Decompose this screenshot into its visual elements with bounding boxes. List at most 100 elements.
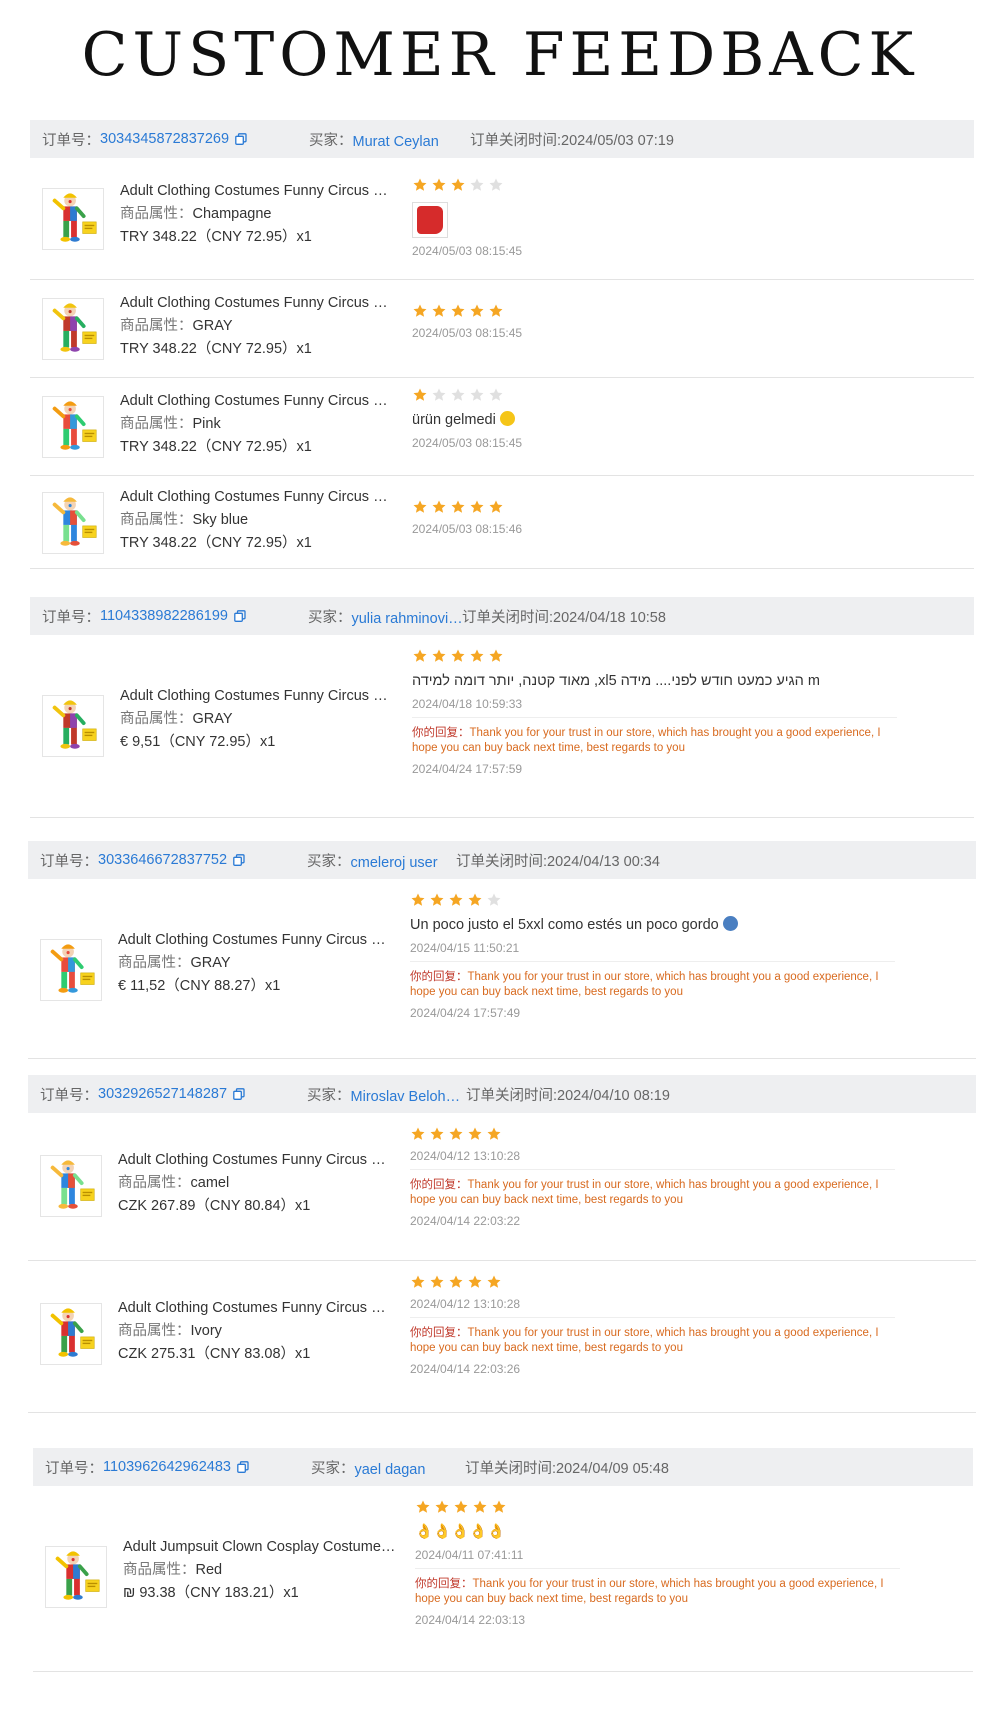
buyer-name-link[interactable]: Murat Ceylan (353, 134, 439, 150)
copy-icon[interactable] (235, 133, 247, 145)
review-date: 2024/04/11 07:41:11 (415, 1548, 524, 1562)
closed-time-label: 订单关闭时间: (470, 132, 562, 149)
order-number-link[interactable]: 3032926527148287 (98, 1086, 227, 1102)
copy-icon[interactable] (233, 854, 245, 866)
star-filled-icon (488, 648, 504, 664)
product-name[interactable]: Adult Clothing Costumes Funny Circus Cos… (120, 685, 395, 708)
order-number-link[interactable]: 1103962642962483 (103, 1459, 231, 1475)
copy-icon[interactable] (233, 1088, 245, 1100)
review-date: 2024/04/18 10:59:33 (412, 697, 523, 711)
star-filled-icon (486, 1274, 502, 1290)
copy-icon[interactable] (237, 1461, 249, 1473)
product-attribute: 商品属性：Sky blue (120, 509, 395, 532)
star-filled-icon (429, 892, 445, 908)
star-filled-icon (472, 1499, 488, 1515)
product-price: TRY 348.22（CNY 72.95）x1 (120, 535, 312, 551)
product-name[interactable]: Adult Clothing Costumes Funny Circus Cos… (120, 180, 395, 203)
product-name[interactable]: Adult Clothing Costumes Funny Circus Cos… (120, 390, 395, 413)
order-number-link[interactable]: 3034345872837269 (100, 131, 229, 147)
star-filled-icon (450, 303, 466, 319)
order-number-link[interactable]: 3033646672837752 (98, 852, 227, 868)
product-thumbnail[interactable] (42, 188, 104, 250)
review-date: 2024/04/15 11:50:21 (410, 941, 520, 955)
review-text-content: Un poco justo el 5xxl como estés un poco… (410, 917, 719, 933)
review-text: ürün gelmedi (412, 410, 897, 430)
product-name[interactable]: Adult Clothing Costumes Funny Circus Cos… (120, 486, 395, 509)
product-name[interactable]: Adult Clothing Costumes Funny Circus Cos… (118, 1297, 393, 1320)
order-card: 订单号：3032926527148287 买家：Miroslav Belohrad… (28, 1075, 976, 1413)
order-number: 订单号： 1104338982286199 (30, 606, 246, 627)
product-name[interactable]: Adult Clothing Costumes Funny Circus Cos… (118, 929, 393, 952)
product-name[interactable]: Adult Jumpsuit Clown Cosplay Costume Sta… (123, 1536, 398, 1559)
copy-icon[interactable] (234, 610, 246, 622)
feedback-item: Adult Jumpsuit Clown Cosplay Costume Sta… (33, 1486, 973, 1672)
order-header: 订单号： 3034345872837269 买家：Murat Ceylan 订单关闭时… (30, 120, 974, 158)
attribute-label: 商品属性： (118, 1323, 191, 1339)
star-empty-icon (450, 387, 466, 403)
order-header: 订单号： 3033646672837752 买家：cmeleroj user 订单关闭… (28, 841, 976, 879)
product-thumbnail[interactable] (40, 1155, 102, 1217)
buyer: 买家：Murat Ceylan (309, 129, 439, 150)
star-filled-icon (448, 1274, 464, 1290)
review-date: 2024/05/03 08:15:46 (412, 522, 523, 536)
reply-divider (410, 1317, 895, 1318)
product-thumbnail[interactable] (42, 695, 104, 757)
attribute-value: GRAY (192, 318, 233, 334)
product-attribute: 商品属性：Pink (120, 413, 395, 436)
order-number-link[interactable]: 1104338982286199 (100, 608, 228, 624)
review: Un poco justo el 5xxl como estés un poco… (410, 891, 895, 1020)
review: 2024/04/12 13:10:28 你的回复：Thank you for yo… (410, 1273, 895, 1376)
buyer: 买家：yael dagan (311, 1457, 425, 1478)
star-filled-icon (469, 648, 485, 664)
product-thumbnail[interactable] (42, 492, 104, 554)
product-attribute: 商品属性：Red (123, 1559, 398, 1582)
product-name[interactable]: Adult Clothing Costumes Funny Circus Cos… (118, 1149, 393, 1172)
star-rating (412, 647, 897, 665)
seller-reply: 你的回复：Thank you for your trust in our sto… (415, 1577, 900, 1607)
star-empty-icon (486, 892, 502, 908)
review: 2024/05/03 08:15:45 (412, 176, 897, 258)
order-closed-time: 订单关闭时间:2024/04/09 05:48 (465, 1457, 669, 1478)
product-thumbnail[interactable] (40, 1303, 102, 1365)
feedback-item: Adult Clothing Costumes Funny Circus Cos… (28, 879, 976, 1059)
review-text: מאוד קטנה, יותר דומה למידה ,xlהגיע כמעט … (412, 671, 897, 691)
buyer-name-link[interactable]: cmeleroj user (351, 855, 438, 871)
attribute-label: 商品属性： (123, 1562, 196, 1578)
buyer-name-link[interactable]: Miroslav Belohradsky (351, 1089, 463, 1105)
reply-text: Thank you for your trust in our store, w… (412, 727, 881, 754)
product-thumbnail[interactable] (40, 939, 102, 1001)
person-shrugging-emoji (722, 916, 738, 931)
order-number: 订单号： 3033646672837752 (28, 850, 245, 871)
feedback-item: Adult Clothing Costumes Funny Circus Cos… (30, 635, 974, 818)
review-photo[interactable] (412, 202, 448, 238)
buyer-name-link[interactable]: yulia rahminovich (351, 611, 463, 627)
reply-text: Thank you for your trust in our store, w… (410, 971, 879, 998)
review: 2024/04/12 13:10:28 你的回复：Thank you for yo… (410, 1125, 895, 1228)
star-filled-icon (431, 648, 447, 664)
star-filled-icon (412, 303, 428, 319)
product-attribute: 商品属性：GRAY (120, 708, 395, 731)
closed-time-label: 订单关闭时间: (456, 853, 548, 870)
product-thumbnail[interactable] (42, 298, 104, 360)
product-thumbnail[interactable] (42, 396, 104, 458)
attribute-value: Red (195, 1562, 223, 1578)
reply-divider (415, 1568, 900, 1569)
star-empty-icon (488, 177, 504, 193)
buyer: 买家：yulia rahminovich (308, 606, 464, 627)
star-filled-icon (415, 1499, 431, 1515)
star-filled-icon (488, 303, 504, 319)
review-date: 2024/04/12 13:10:28 (410, 1149, 521, 1163)
star-filled-icon (429, 1274, 445, 1290)
product-price: CZK 275.31（CNY 83.08）x1 (118, 1346, 311, 1362)
product-info: Adult Jumpsuit Clown Cosplay Costume Sta… (123, 1536, 398, 1605)
product-name[interactable]: Adult Clothing Costumes Funny Circus Cos… (120, 292, 395, 315)
product-attribute: 商品属性：Ivory (118, 1320, 393, 1343)
order-card: 订单号： 3033646672837752 买家：cmeleroj user 订单关闭… (28, 841, 976, 1059)
product-thumbnail[interactable] (45, 1546, 107, 1608)
star-empty-icon (469, 387, 485, 403)
attribute-value: GRAY (190, 955, 231, 971)
attribute-label: 商品属性： (118, 1175, 191, 1191)
star-filled-icon (469, 303, 485, 319)
reply-date: 2024/04/14 22:03:26 (410, 1362, 521, 1376)
buyer-name-link[interactable]: yael dagan (354, 1462, 425, 1478)
